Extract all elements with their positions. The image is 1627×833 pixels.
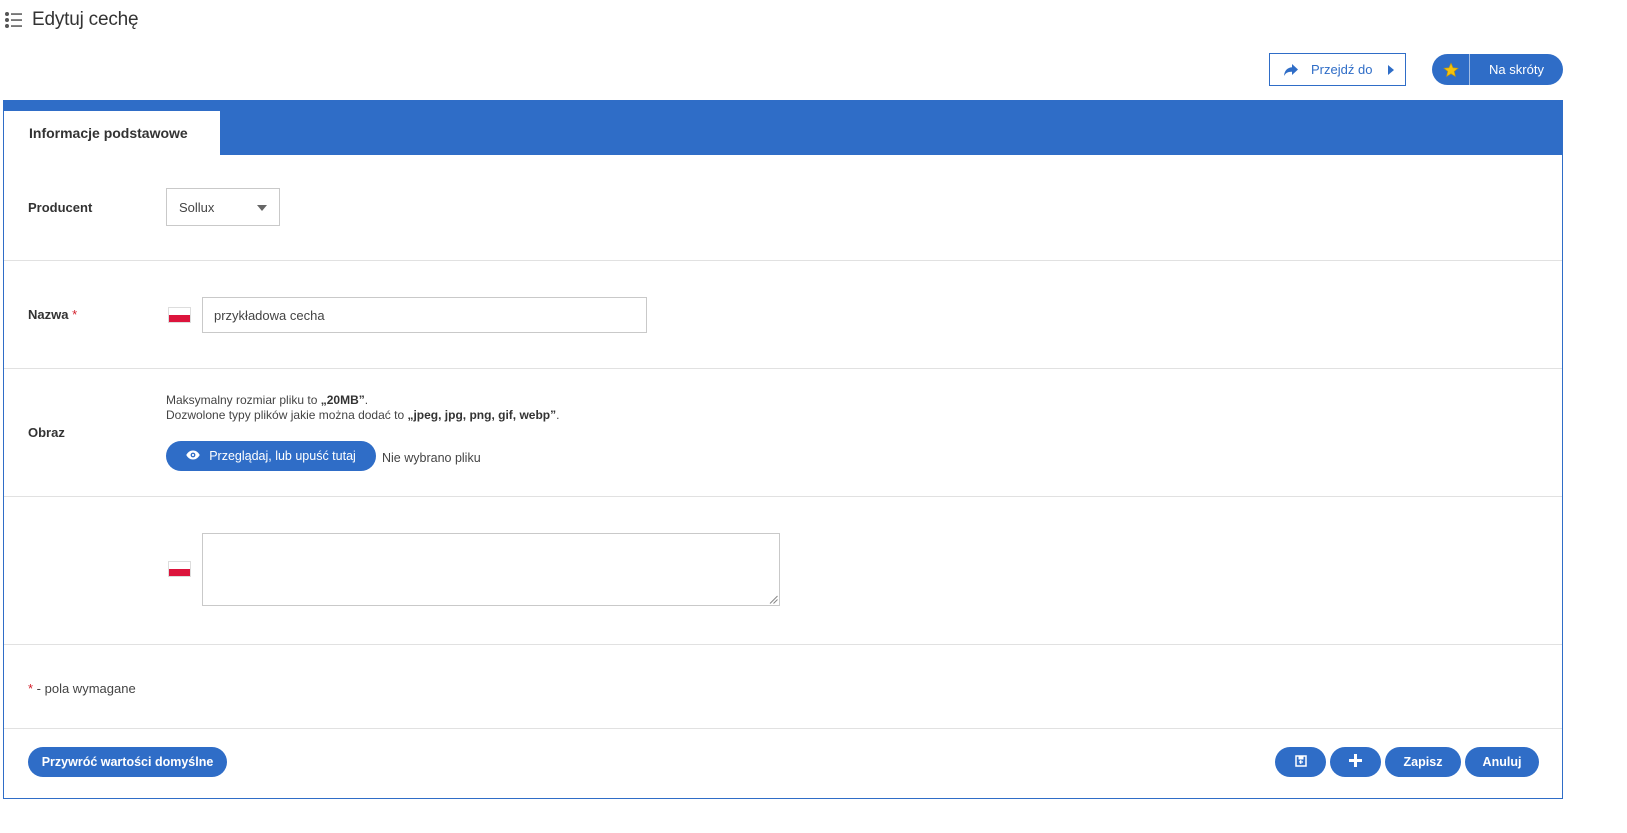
max-size-hint-suffix: . — [364, 393, 369, 407]
eye-icon — [186, 449, 200, 463]
pl-flag-icon — [168, 307, 191, 323]
goto-label: Przejdź do — [1311, 62, 1373, 77]
required-star: * — [72, 307, 78, 322]
list-icon[interactable] — [4, 10, 24, 30]
page-header: Edytuj cechę — [4, 8, 139, 32]
cancel-button[interactable]: Anuluj — [1465, 747, 1539, 777]
producer-label: Producent — [28, 200, 93, 215]
tab-bar: Informacje podstawowe — [4, 101, 1562, 155]
edit-panel: Informacje podstawowe Producent Sollux N… — [3, 100, 1563, 799]
required-note: * - pola wymagane — [28, 681, 136, 696]
add-button[interactable] — [1330, 747, 1381, 777]
reset-defaults-button[interactable]: Przywróć wartości domyślne — [28, 747, 227, 777]
save-return-button[interactable] — [1275, 747, 1326, 777]
pl-flag-icon — [168, 561, 191, 577]
max-size-hint: Maksymalny rozmiar pliku to „20MB”. — [166, 393, 368, 408]
producer-select[interactable]: Sollux — [166, 188, 280, 226]
producer-select-value: Sollux — [179, 199, 215, 215]
browse-file-button[interactable]: Przeglądaj, lub upuść tutaj — [166, 441, 376, 471]
share-arrow-icon — [1283, 62, 1299, 78]
required-note-text: - pola wymagane — [33, 681, 136, 696]
tab-basic-info[interactable]: Informacje podstawowe — [4, 111, 220, 155]
plus-icon — [1349, 754, 1362, 770]
caret-right-icon — [1388, 64, 1395, 75]
shortcuts-label: Na skróty — [1489, 62, 1544, 77]
allowed-types-hint-prefix: Dozwolone typy plików jakie można dodać … — [166, 408, 408, 422]
chevron-down-icon — [257, 205, 267, 211]
file-status: Nie wybrano pliku — [382, 451, 481, 465]
goto-button[interactable]: Przejdź do — [1269, 53, 1406, 86]
required-note-row: * - pola wymagane — [4, 645, 1562, 729]
allowed-types-value: „jpeg, jpg, png, gif, webp” — [407, 408, 557, 422]
name-row: Nazwa * przykładowa cecha — [4, 261, 1562, 369]
image-row: Obraz Maksymalny rozmiar pliku to „20MB”… — [4, 369, 1562, 497]
save-button[interactable]: Zapisz — [1385, 747, 1461, 777]
save-return-icon — [1294, 754, 1308, 771]
image-label: Obraz — [28, 425, 65, 440]
page-title: Edytuj cechę — [32, 9, 139, 30]
allowed-types-hint: Dozwolone typy plików jakie można dodać … — [166, 408, 559, 423]
description-textarea[interactable] — [202, 533, 780, 606]
allowed-types-hint-suffix: . — [556, 408, 560, 422]
browse-file-label: Przeglądaj, lub upuść tutaj — [209, 449, 356, 463]
resize-grip-icon[interactable] — [769, 595, 778, 604]
name-label: Nazwa * — [28, 307, 77, 322]
name-label-text: Nazwa — [28, 307, 69, 322]
star-icon — [1432, 54, 1470, 85]
max-size-value: „20MB” — [320, 393, 365, 407]
max-size-hint-prefix: Maksymalny rozmiar pliku to — [166, 393, 321, 407]
name-input[interactable]: przykładowa cecha — [202, 297, 647, 333]
description-row — [4, 497, 1562, 645]
shortcuts-button[interactable]: Na skróty — [1432, 54, 1563, 85]
producer-row: Producent Sollux — [4, 155, 1562, 261]
